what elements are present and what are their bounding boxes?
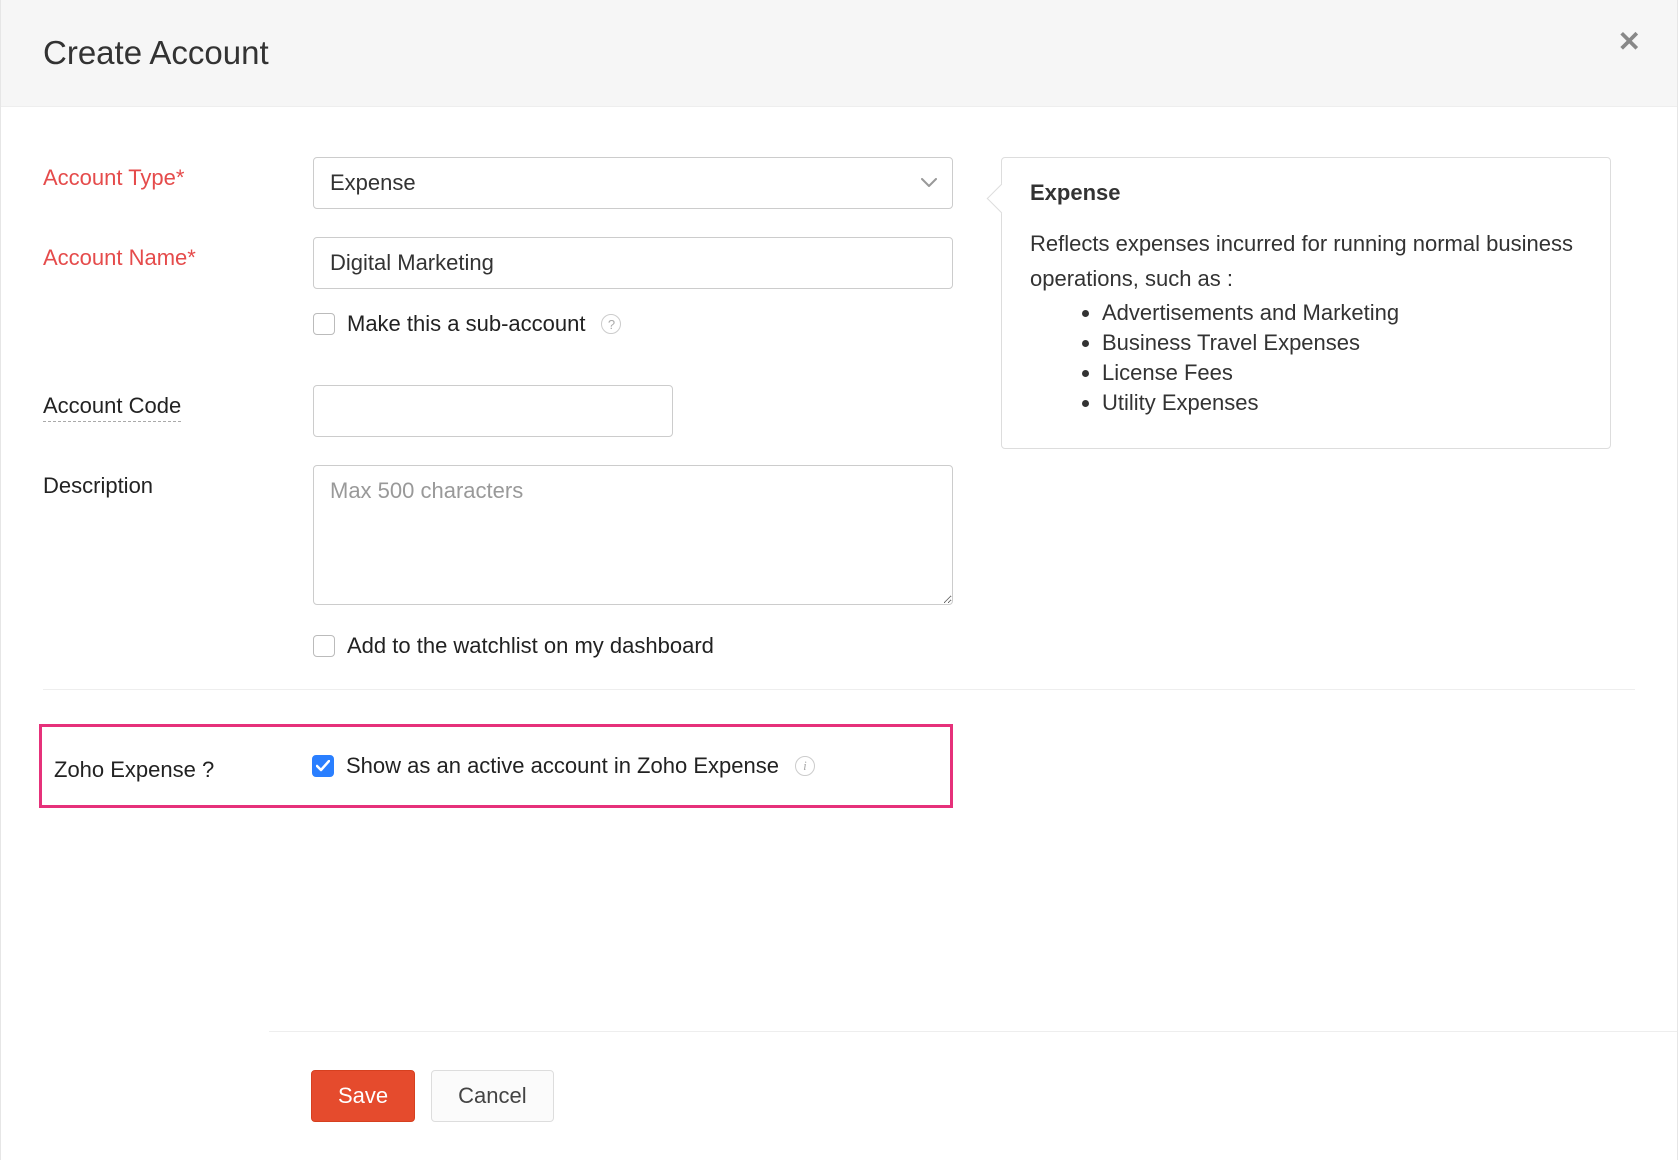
panel-intro: Reflects expenses incurred for running n… (1030, 226, 1582, 296)
row-watchlist: Add to the watchlist on my dashboard (43, 633, 1635, 659)
checkbox-watchlist[interactable] (313, 635, 335, 657)
cancel-button[interactable]: Cancel (431, 1070, 553, 1122)
watchlist-label: Add to the watchlist on my dashboard (347, 633, 714, 659)
row-description: Description (43, 465, 1635, 611)
label-description: Description (43, 473, 153, 498)
sub-account-label: Make this a sub-account (347, 311, 585, 337)
account-type-select[interactable]: Expense (313, 157, 953, 209)
label-account-code: Account Code (43, 393, 181, 422)
account-type-value[interactable]: Expense (313, 157, 953, 209)
label-zoho-expense: Zoho Expense ? (54, 757, 214, 782)
account-type-info-panel: Expense Reflects expenses incurred for r… (1001, 157, 1611, 449)
dialog-footer: Save Cancel (269, 1031, 1677, 1160)
divider (43, 689, 1635, 690)
zoho-expense-highlight: Zoho Expense ? Show as an active account… (39, 724, 953, 808)
close-icon[interactable]: ✕ (1618, 28, 1641, 56)
dialog-body: Account Type* Expense Account Name* (1, 107, 1677, 1031)
panel-item: License Fees (1102, 360, 1582, 386)
zoho-active-label: Show as an active account in Zoho Expens… (346, 753, 779, 779)
panel-item: Utility Expenses (1102, 390, 1582, 416)
sub-account-check[interactable]: Make this a sub-account ? (313, 311, 953, 337)
dialog-header: Create Account ✕ (1, 0, 1677, 107)
create-account-dialog: Create Account ✕ Account Type* Expense A… (0, 0, 1678, 1160)
panel-item: Advertisements and Marketing (1102, 300, 1582, 326)
checkbox-zoho-active[interactable] (312, 755, 334, 777)
panel-item: Business Travel Expenses (1102, 330, 1582, 356)
label-account-type: Account Type* (43, 165, 184, 190)
account-code-input[interactable] (313, 385, 673, 437)
info-icon[interactable]: i (795, 756, 815, 776)
help-icon[interactable]: ? (601, 314, 621, 334)
label-account-name: Account Name* (43, 245, 196, 270)
zoho-active-check[interactable]: Show as an active account in Zoho Expens… (312, 753, 815, 779)
dialog-title: Create Account (43, 34, 1635, 72)
save-button[interactable]: Save (311, 1070, 415, 1122)
panel-list: Advertisements and Marketing Business Tr… (1030, 300, 1582, 416)
description-textarea[interactable] (313, 465, 953, 605)
panel-title: Expense (1030, 180, 1582, 206)
checkbox-sub-account[interactable] (313, 313, 335, 335)
account-name-input[interactable] (313, 237, 953, 289)
watchlist-check[interactable]: Add to the watchlist on my dashboard (313, 633, 953, 659)
